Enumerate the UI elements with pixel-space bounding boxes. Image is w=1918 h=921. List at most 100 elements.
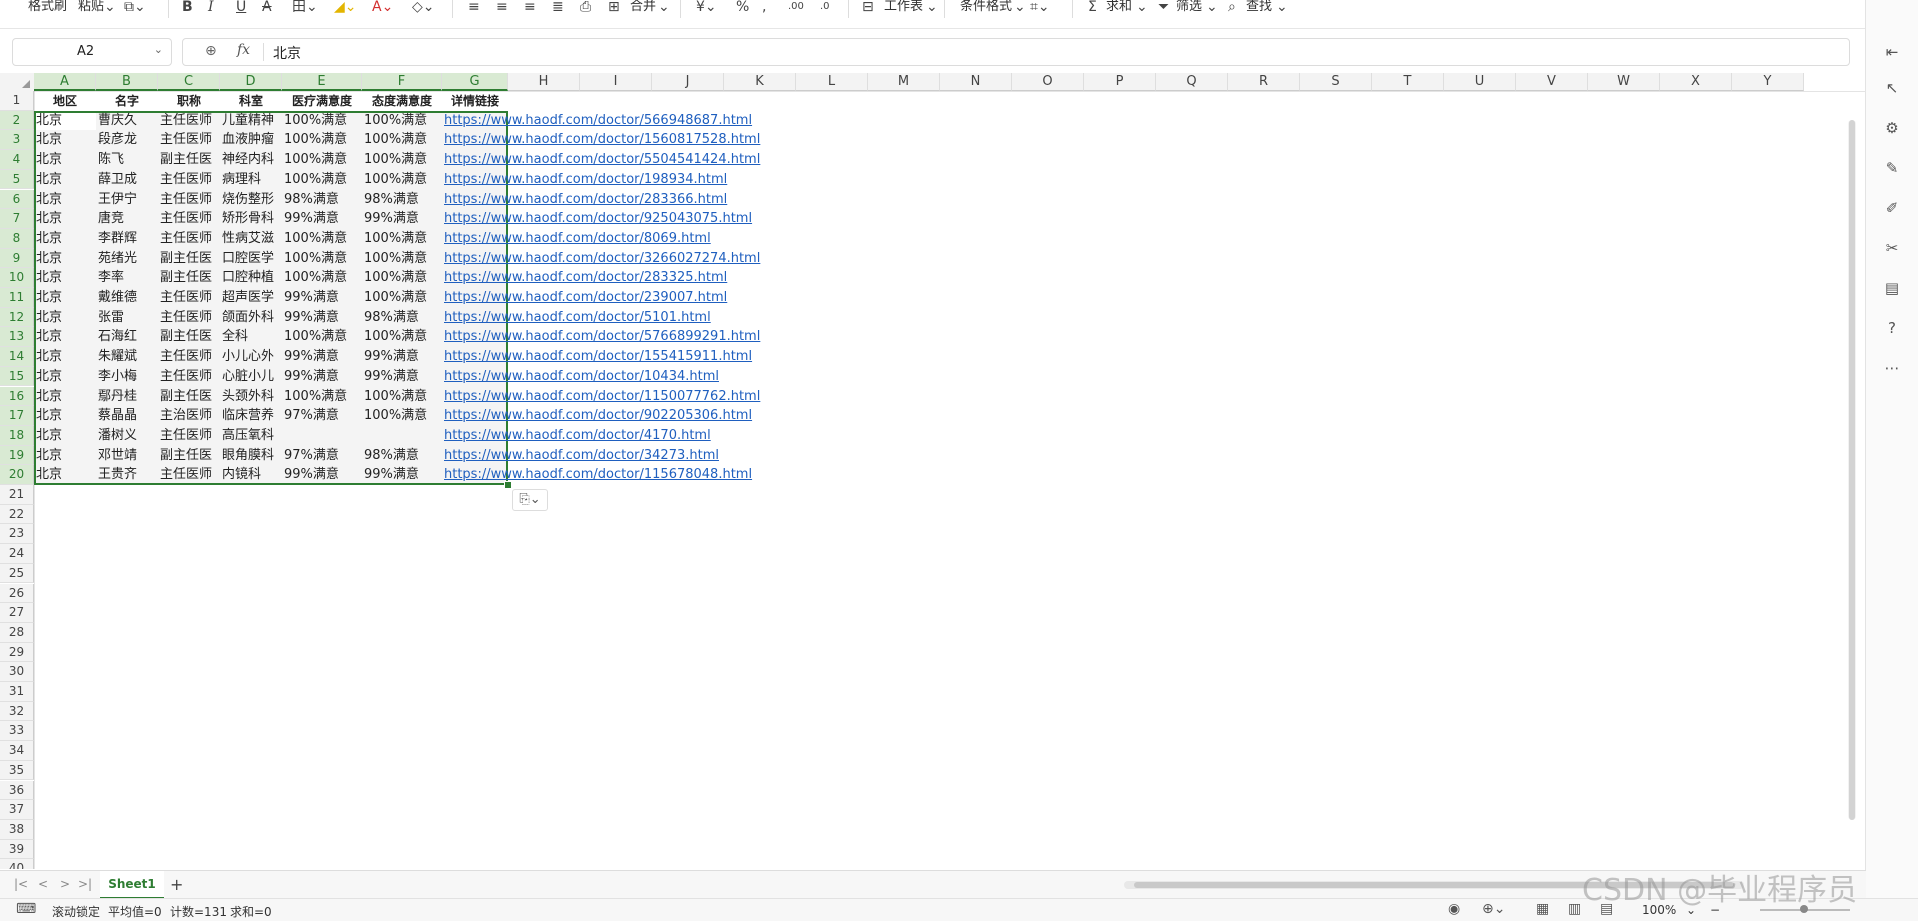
data-cell[interactable]: 超声医学 [220,288,282,308]
detail-link[interactable]: https://www.haodf.com/doctor/34273.html [442,446,719,466]
clear-format-icon[interactable]: ◇⌄ [412,0,435,14]
data-cell[interactable]: 主任医师 [158,190,220,210]
data-cell[interactable]: 潘树义 [96,426,158,446]
row-header[interactable]: 6 [0,189,34,210]
data-cell[interactable]: 97%满意 [282,446,362,466]
data-cell[interactable]: 北京 [34,268,96,288]
increase-decimal-icon[interactable]: .00 [788,0,804,14]
row-header[interactable]: 19 [0,445,34,466]
data-cell[interactable]: 儿童精神 [220,111,282,131]
row-header[interactable]: 10 [0,268,34,288]
column-header[interactable]: C [158,73,220,91]
row-header[interactable]: 17 [0,406,34,426]
header-cell[interactable]: 地区 [34,91,96,111]
row-header[interactable]: 29 [0,642,34,663]
column-header[interactable]: S [1300,73,1372,91]
data-cell[interactable]: 副主任医 [158,249,220,269]
data-cell[interactable]: 北京 [34,465,96,485]
data-cell[interactable]: 神经内科 [220,150,282,170]
sum-icon[interactable]: Σ [1088,0,1097,14]
detail-link[interactable]: https://www.haodf.com/doctor/4170.html [442,426,711,446]
data-cell[interactable]: 鄢丹桂 [96,387,158,407]
data-cell[interactable]: 北京 [34,150,96,170]
add-sheet-icon[interactable]: + [170,875,183,894]
row-header[interactable]: 39 [0,839,34,860]
data-cell[interactable]: 血液肿瘤 [220,130,282,150]
data-cell[interactable]: 曹庆久 [96,111,158,131]
row-header[interactable]: 4 [0,150,34,170]
data-cell[interactable]: 李率 [96,268,158,288]
data-cell[interactable]: 北京 [34,406,96,426]
column-header[interactable]: U [1444,73,1516,91]
data-cell[interactable]: 李群辉 [96,229,158,249]
row-header[interactable]: 7 [0,209,34,229]
data-cell[interactable]: 100%满意 [282,387,362,407]
normal-view-icon[interactable]: ▦ [1536,901,1549,917]
data-cell[interactable]: 北京 [34,170,96,190]
style-icon[interactable]: ✐ [1882,198,1902,218]
data-cell[interactable]: 烧伤整形 [220,190,282,210]
eye-protection-icon[interactable]: ◉ [1448,901,1460,917]
paste-dropdown-icon[interactable]: ⌄ [104,0,116,14]
data-cell[interactable]: 主任医师 [158,288,220,308]
settings-sliders-icon[interactable]: ⚙ [1882,118,1902,138]
row-header[interactable]: 23 [0,524,34,545]
find-button[interactable]: 查找 [1246,0,1272,14]
data-cell[interactable]: 戴维德 [96,288,158,308]
data-cell[interactable]: 段彦龙 [96,130,158,150]
zoom-icon[interactable]: ⊕ [205,43,217,59]
column-header[interactable]: J [652,73,724,91]
tools-icon[interactable]: ✂ [1882,238,1902,258]
data-cell[interactable]: 100%满意 [282,229,362,249]
prev-sheet-icon[interactable]: < [38,877,48,891]
detail-link[interactable]: https://www.haodf.com/doctor/8069.html [442,229,711,249]
worksheet-button[interactable]: 工作表 [884,0,923,14]
select-cursor-icon[interactable]: ↖ [1882,78,1902,98]
collapse-icon[interactable]: ⇤ [1882,42,1902,62]
worksheet-dropdown-icon[interactable]: ⌄ [926,0,938,14]
merge-button[interactable]: 合并 [630,0,656,14]
data-cell[interactable]: 王贵齐 [96,465,158,485]
font-color-icon[interactable]: A⌄ [372,0,393,14]
data-cell[interactable]: 北京 [34,130,96,150]
detail-link[interactable]: https://www.haodf.com/doctor/239007.html [442,288,727,308]
row-header[interactable]: 20 [0,465,34,485]
data-cell[interactable]: 99%满意 [282,209,362,229]
detail-link[interactable]: https://www.haodf.com/doctor/283325.html [442,268,727,288]
row-header[interactable]: 40 [0,859,34,869]
data-cell[interactable]: 100%满意 [362,249,442,269]
data-cell[interactable]: 99%满意 [282,465,362,485]
data-cell[interactable]: 唐竞 [96,209,158,229]
formula-input[interactable]: ⊕ fx 北京 [182,38,1850,66]
data-cell[interactable]: 北京 [34,111,96,131]
data-cell[interactable]: 主任医师 [158,308,220,328]
row-header[interactable]: 26 [0,583,34,604]
row-header[interactable]: 22 [0,504,34,525]
column-header[interactable]: Y [1732,73,1804,91]
column-header[interactable]: R [1228,73,1300,91]
data-cell[interactable]: 100%满意 [282,268,362,288]
sum-dropdown-icon[interactable]: ⌄ [1136,0,1148,14]
detail-link[interactable]: https://www.haodf.com/doctor/5504541424.… [442,150,760,170]
row-header[interactable]: 36 [0,780,34,801]
data-cell[interactable]: 99%满意 [282,308,362,328]
header-cell[interactable]: 态度满意度 [362,91,442,111]
data-cell[interactable]: 北京 [34,249,96,269]
column-header[interactable]: F [362,73,442,91]
detail-link[interactable]: https://www.haodf.com/doctor/5101.html [442,308,711,328]
row-header[interactable]: 30 [0,662,34,682]
header-cell[interactable]: 详情链接 [442,91,508,111]
zoom-slider[interactable] [1760,905,1850,913]
cell-style-icon[interactable]: ⌗⌄ [1030,0,1050,14]
data-cell[interactable]: 副主任医 [158,150,220,170]
column-header[interactable]: E [282,73,362,91]
column-header[interactable]: B [96,73,158,91]
chevron-down-icon[interactable]: ⌄ [154,43,163,56]
data-cell[interactable]: 98%满意 [362,190,442,210]
data-cell[interactable]: 100%满意 [282,130,362,150]
data-cell[interactable]: 口腔医学 [220,249,282,269]
conditional-format-dropdown-icon[interactable]: ⌄ [1014,0,1026,14]
detail-link[interactable]: https://www.haodf.com/doctor/10434.html [442,367,719,387]
conditional-format-button[interactable]: 条件格式 [960,0,1012,14]
fx-icon[interactable]: fx [237,42,250,58]
